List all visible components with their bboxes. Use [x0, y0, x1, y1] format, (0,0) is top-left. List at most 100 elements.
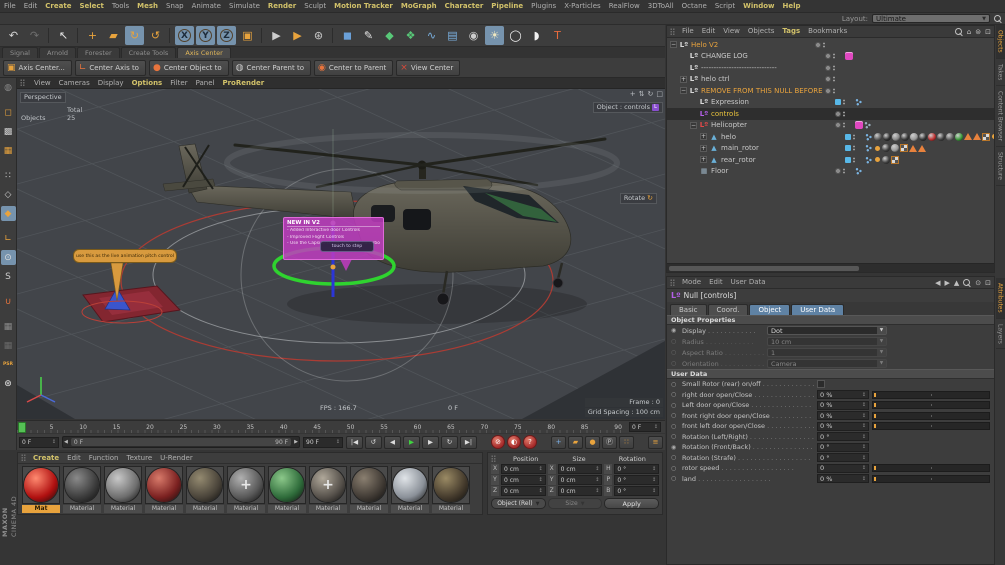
object-tree-row[interactable]: ▦ Floor: [667, 166, 994, 178]
object-tag[interactable]: [865, 144, 873, 153]
points-mode-button[interactable]: ∷: [1, 168, 16, 183]
undo-icon[interactable]: ↶: [4, 26, 23, 45]
play-button[interactable]: ▶: [403, 435, 420, 449]
goto-start-button[interactable]: |◀: [346, 435, 363, 449]
scale-tool-icon[interactable]: ▰: [104, 26, 123, 45]
object-tag[interactable]: [900, 144, 908, 153]
material-menu-item[interactable]: U-Render: [156, 452, 197, 465]
object-name[interactable]: Floor: [711, 167, 835, 175]
animation-dot-icon[interactable]: ○: [671, 423, 679, 430]
material-swatch[interactable]: + Material: [62, 466, 102, 513]
panel-grip[interactable]: [670, 278, 675, 287]
object-type-icon[interactable]: Lº: [699, 98, 709, 106]
viewport-menu-item[interactable]: Options: [128, 78, 167, 89]
object-tree-row[interactable]: + ▲ rear_rotor: [667, 154, 994, 166]
render-to-picture-viewer-button[interactable]: ▶: [288, 26, 307, 45]
object-type-icon[interactable]: Lº: [689, 64, 699, 72]
panel-tab[interactable]: Structure: [995, 147, 1005, 187]
material-menu-item[interactable]: Function: [85, 452, 123, 465]
viewport-menu-item[interactable]: ProRender: [218, 78, 268, 89]
axis-center-button[interactable]: ◉ Center to Parent: [313, 59, 394, 76]
material-name[interactable]: Material: [104, 505, 142, 513]
search-icon[interactable]: [954, 27, 963, 36]
material-name[interactable]: Material: [432, 505, 470, 513]
panel-grip[interactable]: [20, 79, 25, 87]
object-tag[interactable]: [855, 167, 863, 176]
size-input[interactable]: 0 cm ↕: [557, 464, 603, 474]
key-position-toggle[interactable]: +: [551, 435, 566, 449]
visibility-toggles[interactable]: [835, 99, 855, 105]
add-light-button[interactable]: ☀: [485, 26, 504, 45]
object-tree-row[interactable]: Lº CHANGE LOG: [667, 51, 994, 63]
animation-dot-icon[interactable]: ○: [671, 465, 679, 472]
object-tag[interactable]: [901, 132, 909, 141]
chevron-down-icon[interactable]: ▼: [877, 349, 886, 356]
model-mode-button[interactable]: ◻: [1, 105, 16, 120]
viewport-menu-item[interactable]: Filter: [166, 78, 191, 89]
panel-tab[interactable]: Layers: [995, 319, 1005, 350]
expand-toggle-icon[interactable]: +: [700, 144, 707, 152]
menu-item[interactable]: Select: [75, 0, 107, 13]
menu-item[interactable]: Render: [264, 0, 300, 13]
menu-item[interactable]: Plugins: [527, 0, 560, 13]
object-tag[interactable]: [909, 144, 917, 152]
dolly-icon[interactable]: ⇅: [639, 90, 645, 98]
material-name[interactable]: Material: [145, 505, 183, 513]
object-tag[interactable]: [992, 134, 994, 140]
user-data-value-input[interactable]: 0 % ↕: [817, 421, 869, 431]
annotation-panel[interactable]: NEW IN V2 - Added Interactive door Contr…: [283, 217, 384, 260]
axis-center-button[interactable]: ● Center Object to: [148, 59, 229, 76]
render-settings-button[interactable]: ⊛: [309, 26, 328, 45]
last-tool-icon[interactable]: ↺: [146, 26, 165, 45]
object-tag[interactable]: [955, 132, 963, 141]
object-manager-menu-item[interactable]: Edit: [698, 25, 720, 38]
user-data-value-input[interactable]: 0 % ↕: [817, 411, 869, 421]
menu-item[interactable]: Mesh: [133, 0, 162, 13]
property-control[interactable]: 10 cm ▼: [767, 337, 887, 346]
pan-icon[interactable]: +: [630, 90, 636, 98]
rotate-hud-chip[interactable]: Rotate ↻: [619, 193, 657, 204]
material-swatch[interactable]: + Material: [431, 466, 471, 513]
object-name[interactable]: rear_rotor: [721, 156, 845, 164]
expand-toggle-icon[interactable]: +: [700, 133, 707, 141]
simulation-button[interactable]: S: [1, 269, 16, 284]
goto-end-button[interactable]: ▶|: [460, 435, 477, 449]
user-data-slider[interactable]: [872, 401, 990, 410]
object-manager-menu-item[interactable]: Bookmarks: [804, 25, 851, 38]
expand-toggle-icon[interactable]: −: [690, 121, 697, 129]
material-swatch[interactable]: + Material: [349, 466, 389, 513]
stepper-icon[interactable]: ↕: [52, 439, 56, 445]
object-manager-menu-item[interactable]: View: [719, 25, 744, 38]
menu-item[interactable]: Octane: [678, 0, 711, 13]
object-type-icon[interactable]: ▲: [709, 156, 719, 164]
object-tag[interactable]: [937, 132, 945, 141]
object-tag[interactable]: [910, 132, 918, 141]
add-text-button[interactable]: T: [548, 26, 567, 45]
object-tag[interactable]: [865, 132, 873, 141]
live-selection-icon[interactable]: ↖: [48, 26, 73, 45]
stepper-icon[interactable]: ↕: [862, 455, 866, 461]
history-icon[interactable]: ⊡: [985, 279, 991, 287]
key-pla-toggle[interactable]: ∷: [619, 435, 634, 449]
position-input[interactable]: 0 cm ↕: [501, 486, 546, 496]
material-menu-item[interactable]: Texture: [123, 452, 157, 465]
animation-dot-icon[interactable]: ○: [671, 454, 679, 461]
attribute-menu-item[interactable]: User Data: [727, 276, 770, 289]
filter-icon[interactable]: ⊜: [975, 28, 981, 36]
rotate-tool-icon[interactable]: ↻: [125, 26, 144, 45]
visibility-toggles[interactable]: [845, 145, 865, 151]
attribute-menu-item[interactable]: Mode: [678, 276, 705, 289]
user-data-slider[interactable]: [872, 411, 990, 420]
stepper-icon[interactable]: ↕: [654, 424, 658, 430]
key-scale-toggle[interactable]: ▰: [568, 435, 583, 449]
animation-dot-icon[interactable]: ○: [671, 360, 679, 367]
expand-toggle-icon[interactable]: [690, 168, 697, 175]
chevron-down-icon[interactable]: ▼: [877, 360, 886, 367]
property-control[interactable]: 1 ▼: [767, 348, 887, 357]
object-manager-menu-item[interactable]: Tags: [778, 25, 804, 38]
edges-mode-button[interactable]: ◇: [1, 187, 16, 202]
object-name[interactable]: ------------------------------: [701, 64, 825, 72]
animation-dot-icon[interactable]: ○: [671, 475, 679, 482]
camera-label[interactable]: Perspective: [20, 92, 66, 103]
panel-icon[interactable]: ⊡: [985, 28, 991, 36]
